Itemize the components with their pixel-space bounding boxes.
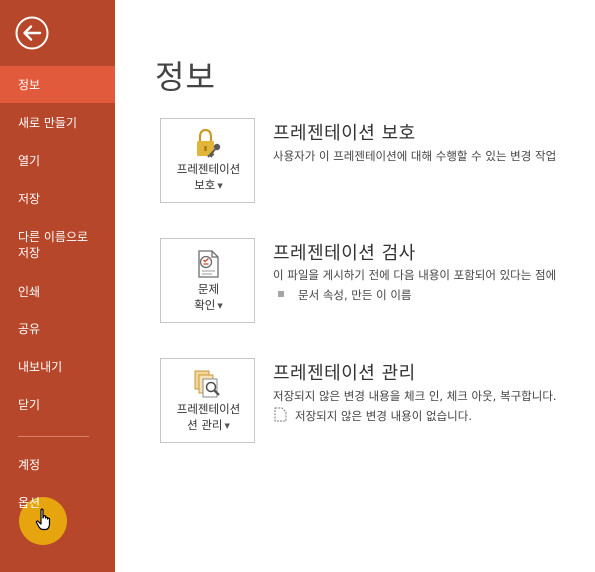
- dropdown-caret-icon: ▼: [217, 302, 223, 310]
- manage-versions-icon: [194, 370, 220, 398]
- tile-label-line2: 확인 ▼: [161, 297, 256, 314]
- sidebar-item-label: 인쇄: [18, 285, 41, 299]
- tile-label-line2: 보호 ▼: [161, 177, 256, 194]
- sidebar-item-options[interactable]: 옵션: [0, 495, 115, 511]
- lock-key-icon: [197, 128, 221, 158]
- bullet-square-icon: [278, 291, 284, 297]
- sidebar-item-label: 정보: [18, 78, 41, 92]
- tile-label-text: 확인: [194, 298, 216, 312]
- dropdown-caret-icon: ▼: [224, 422, 230, 430]
- sidebar-item-label: 다른 이름으로 저장: [18, 230, 89, 260]
- backstage-sidebar: 정보 새로 만들기 열기 저장 다른 이름으로 저장 인쇄 공유 내보내기 닫기…: [0, 0, 115, 572]
- sidebar-item-label: 내보내기: [18, 360, 63, 374]
- tile-label-text: 보호: [194, 178, 216, 192]
- protect-section-title: 프레젠테이션 보호: [273, 123, 416, 144]
- dropdown-caret-icon: ▼: [217, 182, 223, 190]
- manage-presentation-button[interactable]: 프레젠테이션 션 관리 ▼: [160, 358, 255, 443]
- sidebar-divider: [18, 436, 89, 437]
- tile-label-line1: 문제: [197, 282, 220, 296]
- sidebar-item-label: 계정: [18, 458, 41, 472]
- document-dashed-icon: [274, 407, 287, 422]
- protect-presentation-button[interactable]: 프레젠테이션 보호 ▼: [160, 118, 255, 203]
- sidebar-item-info[interactable]: 정보: [0, 66, 115, 103]
- sidebar-item-new[interactable]: 새로 만들기: [0, 115, 115, 131]
- protect-section-description: 사용자가 이 프레젠테이션에 대해 수행할 수 있는 변경 작업: [273, 149, 557, 163]
- manage-bullet-item: 저장되지 않은 변경 내용이 없습니다.: [274, 407, 472, 424]
- sidebar-item-print[interactable]: 인쇄: [0, 284, 115, 300]
- sidebar-item-label: 공유: [18, 322, 41, 336]
- sidebar-item-save-as[interactable]: 다른 이름으로 저장: [0, 229, 115, 261]
- check-issues-button[interactable]: 문제 확인 ▼: [160, 238, 255, 323]
- inspect-section-title: 프레젠테이션 검사: [273, 243, 416, 264]
- sidebar-item-export[interactable]: 내보내기: [0, 359, 115, 375]
- sidebar-item-save[interactable]: 저장: [0, 191, 115, 207]
- sidebar-item-label: 새로 만들기: [18, 116, 78, 130]
- tile-label-line2: 션 관리 ▼: [161, 417, 256, 434]
- inspect-section-description: 이 파일을 게시하기 전에 다음 내용이 포함되어 있다는 점에: [273, 268, 557, 282]
- back-button[interactable]: [15, 16, 49, 50]
- sidebar-item-account[interactable]: 계정: [0, 457, 115, 473]
- tile-label-line1: 프레젠테이션: [176, 402, 241, 416]
- sidebar-item-label: 저장: [18, 192, 41, 206]
- page-title: 정보: [155, 58, 216, 96]
- manage-section-title: 프레젠테이션 관리: [273, 363, 416, 384]
- bullet-text: 저장되지 않은 변경 내용이 없습니다.: [295, 409, 472, 423]
- inspect-bullet-item: 문서 속성, 만든 이 이름: [278, 287, 412, 303]
- manage-section-description: 저장되지 않은 변경 내용을 체크 인, 체크 아웃, 복구합니다.: [273, 389, 557, 403]
- tile-label-text: 션 관리: [187, 418, 223, 432]
- sidebar-item-close[interactable]: 닫기: [0, 397, 115, 413]
- sidebar-item-share[interactable]: 공유: [0, 321, 115, 337]
- sidebar-item-open[interactable]: 열기: [0, 153, 115, 169]
- tile-label-line1: 프레젠테이션: [176, 162, 241, 176]
- sidebar-item-label: 열기: [18, 154, 41, 168]
- hand-cursor-icon: [35, 508, 51, 531]
- sidebar-item-label: 닫기: [18, 398, 41, 412]
- inspect-document-icon: [198, 250, 219, 278]
- bullet-text: 문서 속성, 만든 이 이름: [298, 288, 412, 302]
- back-arrow-icon: [15, 16, 49, 50]
